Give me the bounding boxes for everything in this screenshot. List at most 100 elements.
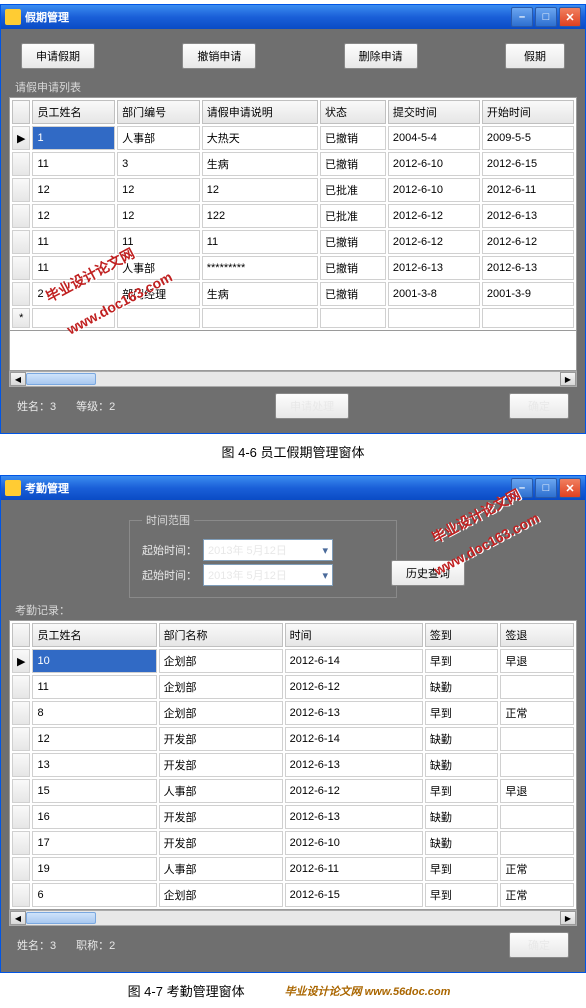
row-header[interactable]: ▶ [12,126,30,150]
cell[interactable]: 2012-6-12 [285,779,423,803]
cell[interactable]: 2012-6-12 [388,204,480,228]
cell[interactable]: 6 [32,883,156,907]
cell[interactable]: 122 [202,204,318,228]
cell[interactable] [500,753,574,777]
table-row[interactable]: 2部门经理生病已撤销2001-3-82001-3-9 [12,282,574,306]
end-date-picker[interactable]: 2013年 5月12日▾ [203,564,333,586]
scroll-thumb[interactable] [26,373,96,385]
cell[interactable]: 已批准 [320,204,386,228]
row-header[interactable] [12,753,30,777]
col-header[interactable]: 部门名称 [159,623,283,647]
row-header[interactable] [12,204,30,228]
vacation-button[interactable]: 假期 [505,43,565,69]
col-header[interactable]: 提交时间 [388,100,480,124]
table-row[interactable]: 19人事部2012-6-11早到正常 [12,857,574,881]
cell[interactable]: 早到 [425,649,499,673]
cell[interactable]: 早到 [425,779,499,803]
cell[interactable]: 13 [32,753,156,777]
cell[interactable]: 人事部 [117,126,200,150]
cell[interactable]: 11 [32,230,115,254]
cell[interactable]: 12 [32,204,115,228]
cell[interactable]: 2012-6-12 [388,230,480,254]
cell[interactable]: 已撤销 [320,126,386,150]
cell[interactable]: 2012-6-11 [482,178,574,202]
cell[interactable]: 15 [32,779,156,803]
table-row[interactable]: 111111已撤销2012-6-122012-6-12 [12,230,574,254]
cell[interactable]: 2001-3-9 [482,282,574,306]
attendance-grid[interactable]: 员工姓名 部门名称 时间 签到 签退 ▶10企划部2012-6-14早到早退11… [9,620,577,910]
cell[interactable]: 2012-6-14 [285,727,423,751]
row-header[interactable] [12,701,30,725]
col-header[interactable]: 状态 [320,100,386,124]
cell[interactable]: 2 [32,282,115,306]
cell[interactable]: 2012-6-13 [285,753,423,777]
table-row[interactable]: 12开发部2012-6-14缺勤 [12,727,574,751]
scroll-left-icon[interactable]: ◀ [10,911,26,925]
col-header[interactable]: 开始时间 [482,100,574,124]
cell[interactable]: 缺勤 [425,753,499,777]
cell[interactable]: 11 [32,152,115,176]
cell[interactable]: 2012-6-15 [482,152,574,176]
new-row-marker[interactable]: * [12,308,30,328]
start-date-picker[interactable]: 2013年 5月12日▾ [203,539,333,561]
cell[interactable]: 缺勤 [425,727,499,751]
titlebar[interactable]: 假期管理 – □ ✕ [1,5,585,29]
cell[interactable]: 2012-6-13 [285,805,423,829]
cell[interactable]: 1 [32,126,115,150]
col-header[interactable]: 签退 [500,623,574,647]
cell[interactable]: 2009-5-5 [482,126,574,150]
cell[interactable]: 12 [32,727,156,751]
cell[interactable]: 2012-6-15 [285,883,423,907]
cell[interactable]: 缺勤 [425,675,499,699]
scroll-right-icon[interactable]: ▶ [560,911,576,925]
cell[interactable]: 2012-6-13 [388,256,480,280]
cell[interactable]: 企划部 [159,701,283,725]
scroll-thumb[interactable] [26,912,96,924]
cell[interactable]: 2001-3-8 [388,282,480,306]
cell[interactable]: 17 [32,831,156,855]
cell[interactable]: 开发部 [159,753,283,777]
cell[interactable]: 2012-6-14 [285,649,423,673]
cell[interactable]: 16 [32,805,156,829]
table-row[interactable]: 11人事部*********已撤销2012-6-132012-6-13 [12,256,574,280]
row-header[interactable] [12,883,30,907]
cell[interactable]: 11 [32,256,115,280]
cell[interactable]: 19 [32,857,156,881]
cell[interactable]: 2012-6-11 [285,857,423,881]
close-button[interactable]: ✕ [559,478,581,498]
cell[interactable]: 部门经理 [117,282,200,306]
cell[interactable]: 2012-6-10 [388,178,480,202]
maximize-button[interactable]: □ [535,478,557,498]
cell[interactable]: 正常 [500,857,574,881]
h-scrollbar[interactable]: ◀ ▶ [9,371,577,387]
cell[interactable]: 开发部 [159,831,283,855]
cell[interactable]: 人事部 [117,256,200,280]
row-header[interactable] [12,831,30,855]
history-query-button[interactable]: 历史查询 [391,560,465,586]
cell[interactable]: 8 [32,701,156,725]
cell[interactable]: 已撤销 [320,256,386,280]
cell[interactable]: 人事部 [159,857,283,881]
cell[interactable]: 已撤销 [320,282,386,306]
h-scrollbar[interactable]: ◀ ▶ [9,910,577,926]
apply-vacation-button[interactable]: 申请假期 [21,43,95,69]
cell[interactable]: 生病 [202,282,318,306]
row-header[interactable] [12,256,30,280]
cell[interactable]: 11 [202,230,318,254]
maximize-button[interactable]: □ [535,7,557,27]
table-row[interactable]: 11企划部2012-6-12缺勤 [12,675,574,699]
col-header[interactable]: 员工姓名 [32,623,156,647]
scroll-left-icon[interactable]: ◀ [10,372,26,386]
row-header[interactable] [12,178,30,202]
cell[interactable] [500,805,574,829]
cell[interactable]: 2012-6-10 [388,152,480,176]
table-row[interactable]: 6企划部2012-6-15早到正常 [12,883,574,907]
titlebar[interactable]: 考勤管理 – □ ✕ [1,476,585,500]
cell[interactable]: 12 [202,178,318,202]
col-header[interactable]: 部门编号 [117,100,200,124]
row-header[interactable] [12,805,30,829]
row-header[interactable]: ▶ [12,649,30,673]
cell[interactable]: 已撤销 [320,152,386,176]
cell[interactable]: ********* [202,256,318,280]
cell[interactable]: 2012-6-13 [482,204,574,228]
